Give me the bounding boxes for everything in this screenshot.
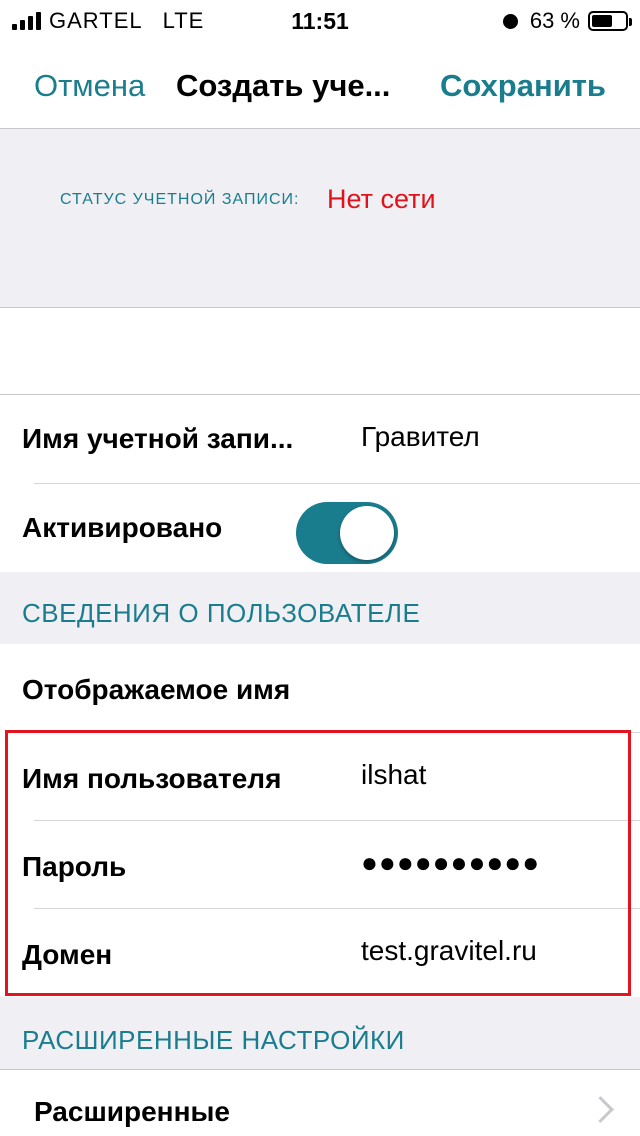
screen: GARTEL LTE 11:51 63 % Отмена Создать уче…	[0, 0, 640, 1136]
battery-percent: 63 %	[529, 8, 580, 33]
toggle-knob	[340, 506, 394, 560]
password-field[interactable]: ●●●●●●●●●●	[361, 847, 540, 879]
account-status-label: СТАТУС УЧЕТНОЙ ЗАПИСИ:	[60, 191, 300, 208]
nav-bar: Отмена Создать уче... Сохранить	[0, 40, 640, 129]
activated-label: Активировано	[22, 512, 223, 543]
advanced-section-header: РАСШИРЕННЫЕ НАСТРОЙКИ	[0, 997, 640, 1069]
chevron-right-icon	[587, 1096, 614, 1123]
empty-row	[0, 308, 640, 395]
status-bar: GARTEL LTE 11:51 63 %	[0, 0, 640, 40]
account-status-area: СТАТУС УЧЕТНОЙ ЗАПИСИ: Нет сети	[0, 129, 640, 308]
alarm-icon	[502, 13, 518, 29]
advanced-row[interactable]: Расширенные	[0, 1070, 640, 1136]
username-label: Имя пользователя	[22, 763, 282, 794]
domain-field[interactable]: test.gravitel.ru	[361, 935, 537, 967]
advanced-section-title: РАСШИРЕННЫЕ НАСТРОЙКИ	[22, 1025, 405, 1055]
password-label: Пароль	[22, 851, 127, 882]
display-name-label: Отображаемое имя	[22, 674, 291, 705]
domain-row[interactable]: Домен test.gravitel.ru	[0, 909, 640, 997]
display-name-row[interactable]: Отображаемое имя	[0, 644, 640, 732]
account-status-value: Нет сети	[327, 184, 436, 214]
save-button[interactable]: Сохранить	[440, 68, 606, 104]
account-name-label: Имя учетной запи...	[22, 423, 294, 454]
battery-icon	[588, 11, 632, 31]
domain-label: Домен	[22, 939, 113, 970]
user-section-header: СВЕДЕНИЯ О ПОЛЬЗОВАТЕЛЕ	[0, 572, 640, 644]
advanced-label: Расширенные	[34, 1096, 230, 1127]
account-name-row[interactable]: Имя учетной запи... Гравител	[0, 395, 640, 483]
status-right: 63 %	[502, 8, 632, 34]
page-title: Создать уче...	[176, 68, 391, 103]
username-row[interactable]: Имя пользователя ilshat	[0, 733, 640, 821]
activated-toggle[interactable]	[296, 502, 398, 564]
user-section-title: СВЕДЕНИЯ О ПОЛЬЗОВАТЕЛЕ	[22, 598, 421, 628]
username-field[interactable]: ilshat	[361, 759, 426, 791]
account-name-field[interactable]: Гравител	[361, 421, 480, 453]
cancel-button[interactable]: Отмена	[34, 68, 145, 104]
activated-row: Активировано	[0, 484, 640, 572]
password-row[interactable]: Пароль ●●●●●●●●●●	[0, 821, 640, 909]
